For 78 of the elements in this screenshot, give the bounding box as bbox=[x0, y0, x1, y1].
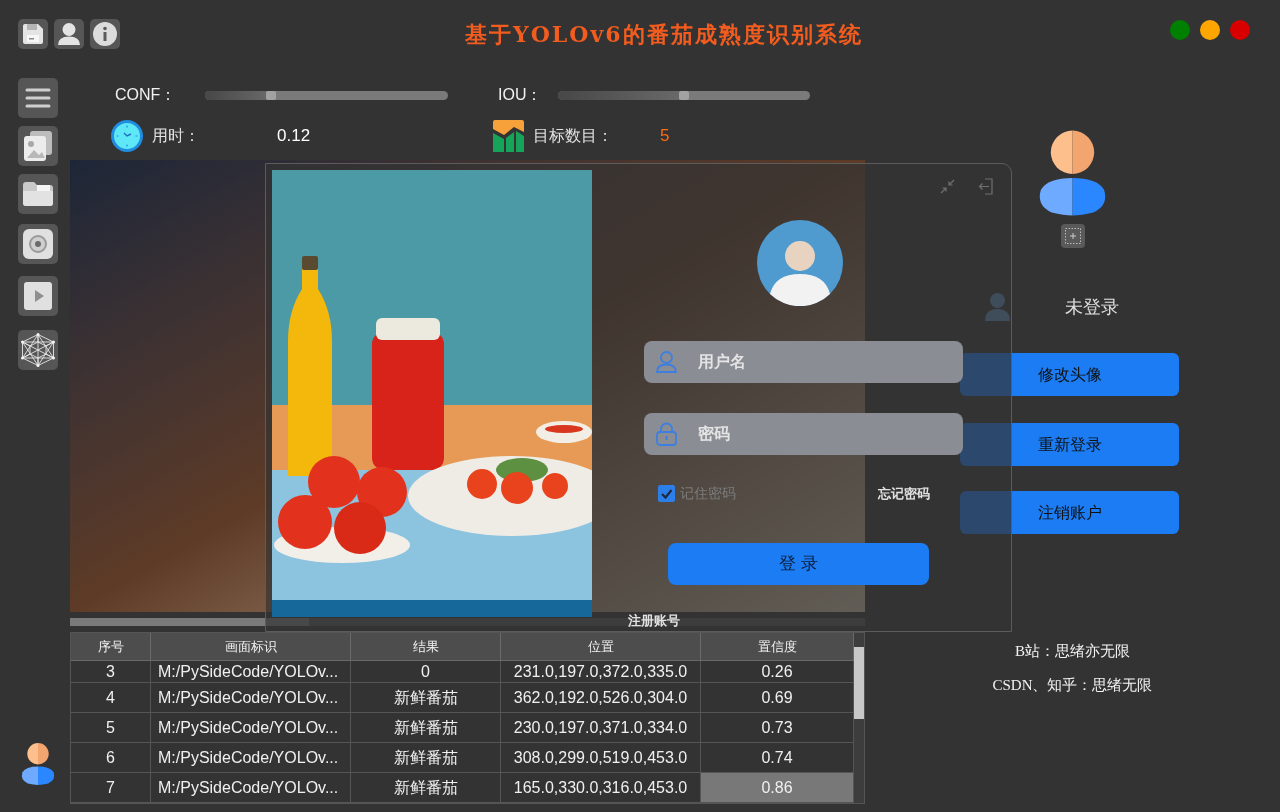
author-credit: B站：思绪亦无限 bbox=[1015, 642, 1130, 661]
checkbox[interactable] bbox=[658, 485, 675, 502]
save-button[interactable] bbox=[18, 19, 48, 49]
stat-label: 目标数目： bbox=[533, 126, 614, 146]
table-cell: M:/PySideCode/YOLOv... bbox=[151, 743, 351, 773]
column-header: 位置 bbox=[501, 633, 701, 661]
table-cell: M:/PySideCode/YOLOv... bbox=[151, 683, 351, 713]
table-cell: 308.0,299.0,519.0,453.0 bbox=[501, 743, 701, 773]
folder-icon bbox=[23, 182, 53, 206]
checkbox-label: 记住密码 bbox=[680, 484, 736, 503]
network-icon bbox=[21, 333, 55, 367]
table-cell: 7 bbox=[71, 773, 151, 803]
table-cell: 4 bbox=[71, 683, 151, 713]
bar-chart-icon bbox=[493, 120, 524, 152]
info-button[interactable] bbox=[90, 19, 120, 49]
table-cell: 3 bbox=[71, 661, 151, 683]
menu-icon bbox=[25, 88, 51, 108]
window-title: 基于YOLOv6的番茄成熟度识别系统 bbox=[465, 19, 863, 49]
image-icon bbox=[24, 131, 52, 161]
column-header: 结果 bbox=[351, 633, 501, 661]
login-button[interactable]: 登 录 bbox=[668, 543, 929, 585]
add-button[interactable] bbox=[1060, 224, 1085, 248]
maximize-button[interactable] bbox=[1170, 20, 1190, 40]
clock-icon bbox=[111, 120, 143, 152]
column-header: 置信度 bbox=[701, 633, 854, 661]
password-field[interactable]: 密码 bbox=[644, 413, 963, 455]
table-cell: M:/PySideCode/YOLOv... bbox=[151, 661, 351, 683]
table-cell: 5 bbox=[71, 713, 151, 743]
login-status: 未登录 bbox=[1065, 295, 1119, 319]
author-credit: CSDN、知乎：思绪无限 bbox=[992, 676, 1153, 695]
slider-label: CONF： bbox=[115, 85, 178, 105]
username-field[interactable]: 用户名 bbox=[644, 341, 963, 383]
table-cell: 6 bbox=[71, 743, 151, 773]
play-icon bbox=[24, 282, 52, 310]
table-cell: 0 bbox=[351, 661, 501, 683]
slider-thumb[interactable] bbox=[679, 90, 689, 100]
user-icon bbox=[58, 23, 80, 45]
menu-button[interactable] bbox=[18, 78, 58, 118]
slider-thumb[interactable] bbox=[265, 90, 276, 100]
table-cell: 新鲜番茄 bbox=[351, 713, 501, 743]
table-scrollbar[interactable] bbox=[854, 633, 864, 803]
user-avatar-icon[interactable] bbox=[20, 742, 56, 786]
table-cell: M:/PySideCode/YOLOv... bbox=[151, 773, 351, 803]
table-cell: 230.0,197.0,371.0,334.0 bbox=[501, 713, 701, 743]
save-icon bbox=[23, 24, 43, 44]
column-header: 序号 bbox=[71, 633, 151, 661]
table-cell: 新鲜番茄 bbox=[351, 683, 501, 713]
table-cell: 0.86 bbox=[701, 773, 854, 803]
table-cell: 新鲜番茄 bbox=[351, 743, 501, 773]
folder-button[interactable] bbox=[18, 174, 58, 214]
slider-label: IOU： bbox=[498, 85, 544, 105]
table-cell: 362.0,192.0,526.0,304.0 bbox=[501, 683, 701, 713]
stat-value: 5 bbox=[660, 125, 670, 148]
minimize-button[interactable] bbox=[1200, 20, 1220, 40]
forgot-password-link[interactable]: 忘记密码 bbox=[878, 483, 930, 504]
column-header: 画面标识 bbox=[151, 633, 351, 661]
table-cell: 新鲜番茄 bbox=[351, 773, 501, 803]
camera-icon bbox=[23, 229, 53, 259]
stat-label: 用时： bbox=[152, 126, 201, 146]
camera-button[interactable] bbox=[18, 224, 58, 264]
slider-track[interactable] bbox=[558, 90, 810, 100]
user-outline-icon bbox=[656, 351, 677, 373]
network-button[interactable] bbox=[18, 330, 58, 370]
play-button[interactable] bbox=[18, 276, 58, 316]
register-link[interactable]: 注册账号 bbox=[628, 611, 680, 631]
user-button[interactable] bbox=[54, 19, 84, 49]
table-cell: M:/PySideCode/YOLOv... bbox=[151, 713, 351, 743]
scrollbar-thumb[interactable] bbox=[854, 647, 864, 719]
stat-value: 0.12 bbox=[277, 125, 312, 148]
info-icon bbox=[93, 22, 117, 46]
lock-icon bbox=[656, 422, 677, 446]
shrink-arrows-icon[interactable] bbox=[940, 179, 955, 194]
image-button[interactable] bbox=[18, 126, 58, 166]
close-button[interactable] bbox=[1230, 20, 1250, 40]
table-cell: 231.0,197.0,372.0,335.0 bbox=[501, 661, 701, 683]
dashed-plus-icon bbox=[1064, 228, 1081, 244]
slider-track[interactable] bbox=[205, 90, 448, 100]
exit-icon[interactable] bbox=[978, 178, 993, 195]
